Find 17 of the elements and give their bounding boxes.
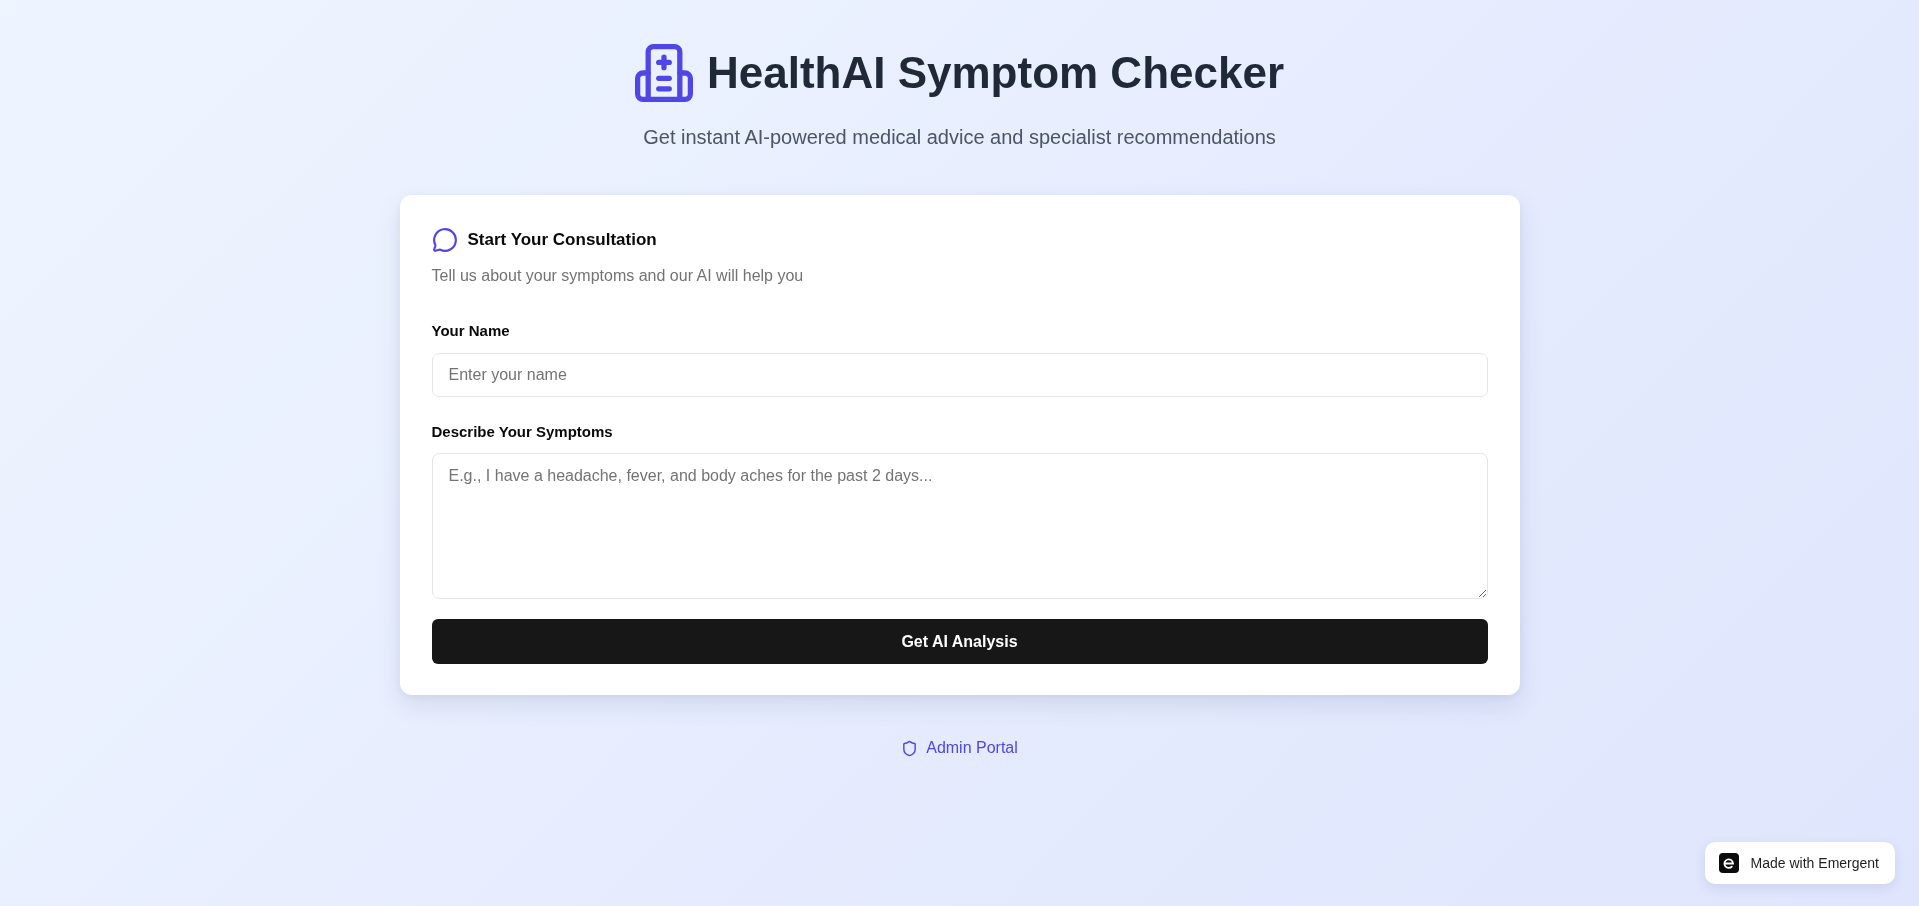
chat-bubble-icon [431, 227, 458, 253]
admin-portal-link[interactable]: Admin Portal [901, 737, 1018, 759]
badge-text: Made with Emergent [1750, 855, 1879, 871]
shield-icon [901, 739, 919, 757]
card-title: Start Your Consultation [467, 230, 657, 250]
analysis-button[interactable]: Get AI Analysis [431, 619, 1488, 664]
field-label: Describe Your Symptoms [431, 422, 614, 442]
made-with-badge[interactable]: Made with Emergent [1704, 842, 1895, 884]
name-input[interactable]: Enter your name [431, 353, 1488, 397]
card-description: Tell us about your symptoms and our AI will help you [431, 266, 805, 286]
field-label: Your Name [431, 321, 511, 341]
admin-portal-text: Admin Portal [926, 738, 1018, 758]
app-subtitle: Get instant AI-powered medical advice and specialist recommendations [643, 125, 1276, 150]
logo-icon [1718, 853, 1739, 873]
app-title: HealthAI Symptom Checker [706, 47, 1285, 99]
hospital-icon [634, 44, 693, 102]
symptoms-textarea[interactable]: E.g., I have a headache, fever, and body aches for the past 2 days... [431, 453, 1488, 599]
